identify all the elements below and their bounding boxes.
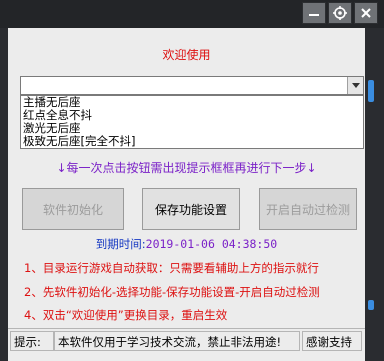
window-frame-right [365, 28, 384, 361]
expiry-row: 到期时间:2019-01-06 04:38:50 [8, 236, 365, 252]
dropdown-arrow-button[interactable] [347, 77, 363, 94]
info-line: 2、先软件初始化-选择功能-保存功能设置-开启自动过检测 [24, 285, 320, 299]
close-icon [361, 8, 371, 18]
mode-options-list: 主播无后座 红点全息不抖 激光无后座 极致无后座[完全不抖] [20, 95, 364, 149]
info-line: 1、目录运行游戏自动获取：只需要看辅助上方的指示就行 [24, 261, 319, 275]
settings-icon [333, 6, 347, 20]
status-bar: 提示: 本软件仅用于学习技术交流，禁止非法用途! 感谢支持 [8, 328, 365, 354]
title-bar [0, 0, 384, 28]
close-button[interactable] [354, 2, 378, 24]
init-button[interactable]: 软件初始化 [22, 188, 124, 230]
mode-select[interactable] [20, 76, 364, 95]
mode-option[interactable]: 极致无后座[完全不抖] [21, 135, 363, 148]
expiry-label: 到期时间: [95, 237, 146, 251]
welcome-label[interactable]: 欢迎使用 [8, 46, 365, 63]
info-line: 4、双击“欢迎使用”更换目录，重启生效 [24, 308, 228, 322]
frame-accent [368, 300, 374, 310]
minimize-button[interactable] [302, 2, 326, 24]
instruction-text: ↓每一次点击按钮需出现提示框框再进行下一步↓ [56, 161, 317, 175]
settings-button[interactable] [328, 2, 352, 24]
frame-accent [368, 80, 374, 102]
minimize-icon [309, 14, 319, 16]
main-panel: 欢迎使用 主播无后座 红点全息不抖 激光无后座 极致无后座[完全不抖] ↓每一次… [8, 28, 365, 361]
chevron-down-icon [351, 83, 360, 88]
status-thanks: 感谢支持 [302, 331, 362, 351]
status-label: 提示: [10, 331, 54, 351]
auto-detect-button[interactable]: 开启自动过检测 [259, 188, 357, 230]
window-frame-left [0, 28, 8, 361]
save-settings-button[interactable]: 保存功能设置 [142, 188, 240, 230]
status-message: 本软件仅用于学习技术交流，禁止非法用途! [54, 331, 300, 351]
expiry-value: 2019-01-06 04:38:50 [145, 237, 278, 251]
